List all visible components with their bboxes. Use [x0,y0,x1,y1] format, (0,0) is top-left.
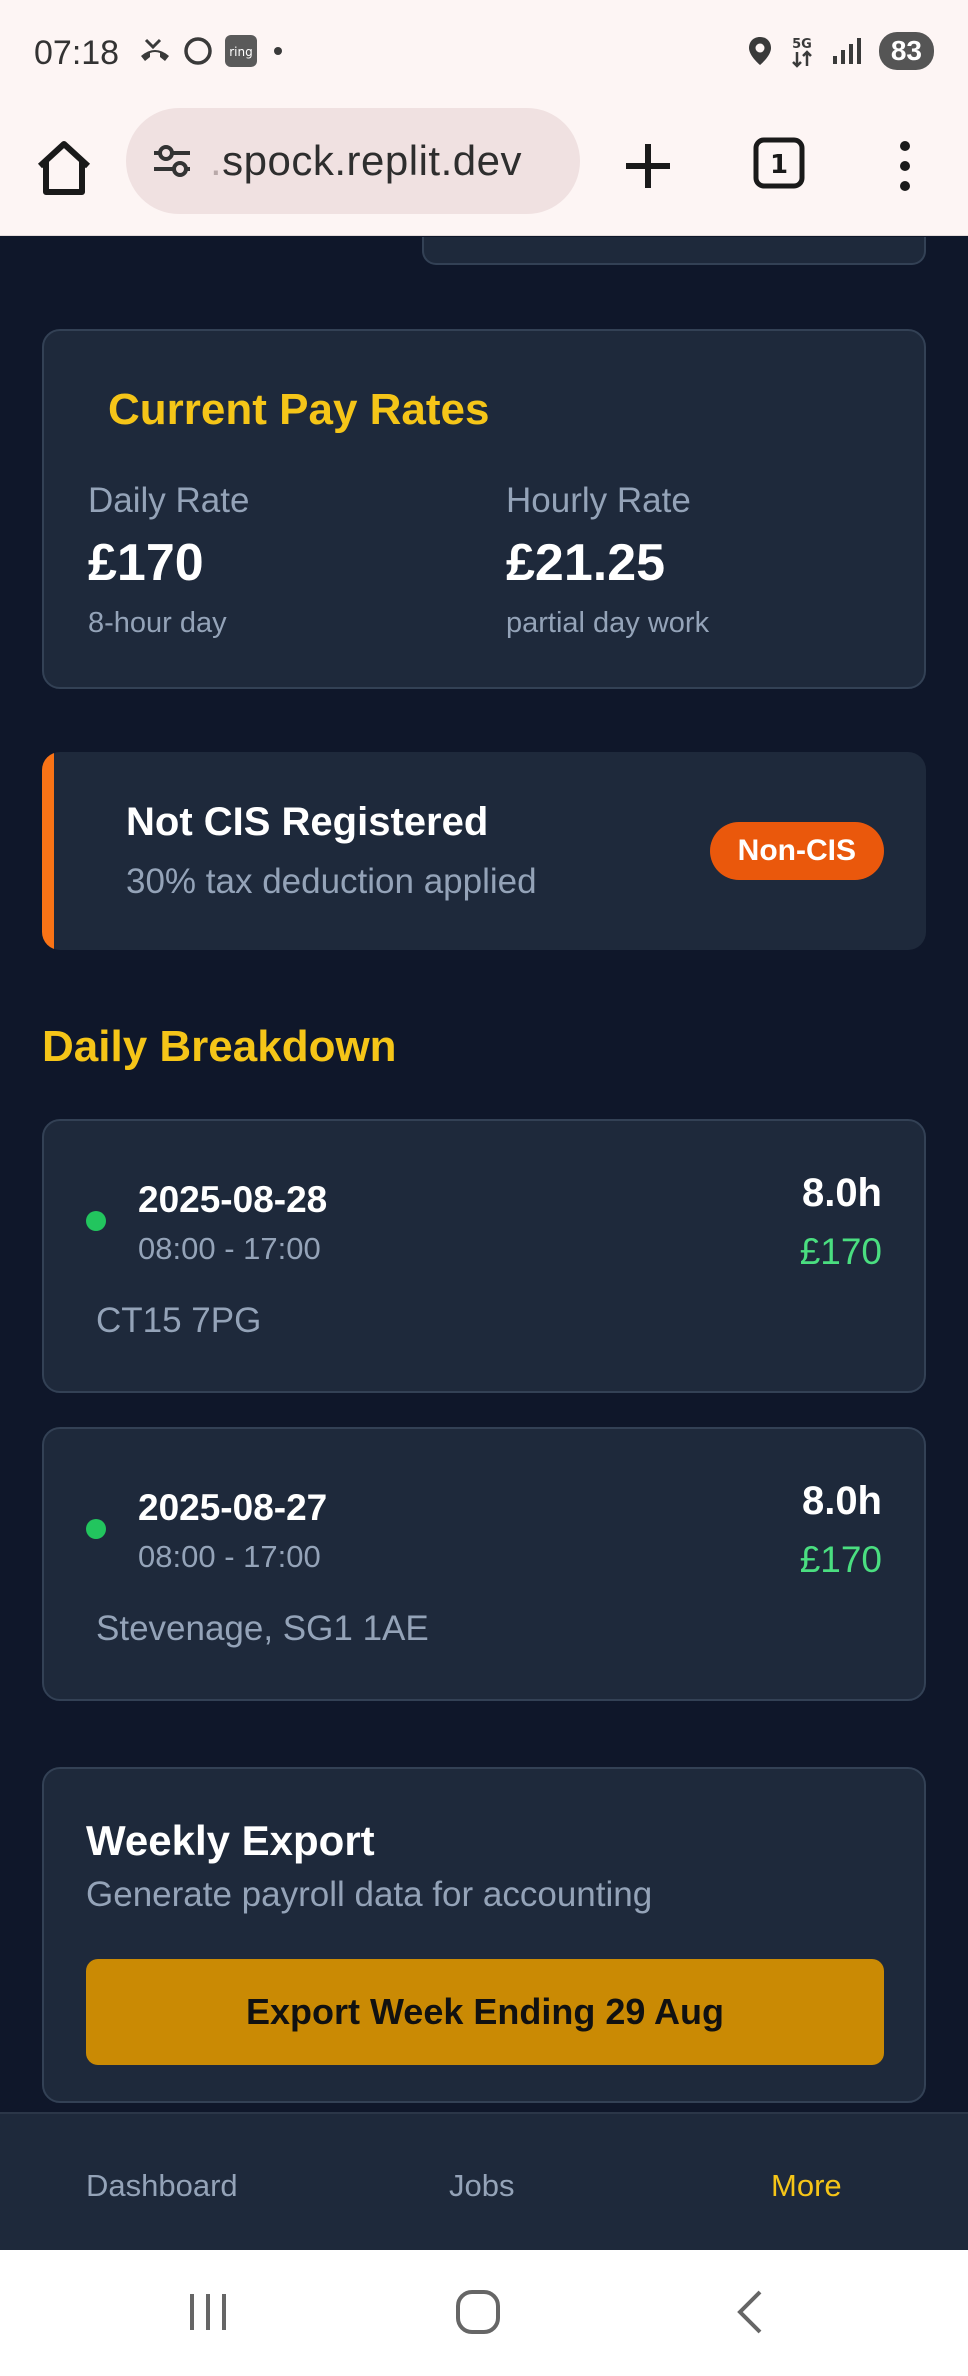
status-bar: 07:18 ring 5G 83 [0,0,968,108]
nav-item-more[interactable]: More [771,2168,842,2204]
weekly-export-card: Weekly Export Generate payroll data for … [42,1767,926,2103]
address-bar[interactable]: .spock.replit.dev [126,108,580,214]
cis-title: Not CIS Registered [126,800,489,844]
status-dot-icon [86,1211,106,1231]
url-prefix: . [210,137,223,184]
dot-icon [274,47,282,55]
daily-rate-label: Daily Rate [88,481,250,520]
ring-app-icon: ring [225,35,257,67]
cis-status-card: Not CIS Registered 30% tax deduction app… [42,752,926,950]
export-subtitle: Generate payroll data for accounting [86,1875,653,1914]
svg-text:5G: 5G [792,37,812,52]
home-icon[interactable] [34,136,94,200]
day-entry-card[interactable]: 2025-08-28 08:00 - 17:00 8.0h £170 CT15 … [42,1119,926,1393]
url-text: .spock.replit.dev [210,137,522,185]
day-hours: 8.0h [801,1479,882,1523]
day-time-range: 08:00 - 17:00 [138,1231,321,1266]
bottom-nav: Dashboard Jobs More [0,2112,968,2250]
pay-rates-title: Current Pay Rates [108,385,490,434]
day-entry-card[interactable]: 2025-08-27 08:00 - 17:00 8.0h £170 Steve… [42,1427,926,1701]
daily-rate-sub: 8-hour day [88,607,227,639]
recent-apps-icon[interactable] [186,2290,230,2334]
day-location: Stevenage, SG1 1AE [96,1609,429,1648]
status-dot-icon [86,1519,106,1539]
day-location: CT15 7PG [96,1301,262,1340]
cis-subtitle: 30% tax deduction applied [126,862,537,901]
day-time-range: 08:00 - 17:00 [138,1539,321,1574]
hourly-rate-sub: partial day work [506,607,710,639]
location-icon [748,37,771,65]
circle-app-icon [184,37,212,65]
browser-toolbar: .spock.replit.dev 1 [0,108,968,236]
day-hours: 8.0h [801,1171,882,1215]
notification-icons: ring [138,34,288,68]
more-menu-icon[interactable] [880,136,930,196]
site-settings-icon[interactable] [148,137,196,185]
export-week-button[interactable]: Export Week Ending 29 Aug [86,1959,884,2065]
new-tab-icon[interactable] [618,136,678,196]
network-5g-icon: 5G [791,37,812,68]
day-date: 2025-08-28 [138,1179,328,1220]
hourly-rate-label: Hourly Rate [506,481,691,520]
system-nav-bar [0,2250,968,2376]
battery-indicator: 83 [878,32,934,70]
export-title: Weekly Export [86,1817,375,1864]
nav-item-jobs[interactable]: Jobs [449,2168,514,2204]
daily-rate-block: Daily Rate £170 8-hour day [88,481,249,640]
status-time: 07:18 [34,34,120,72]
signal-icon [832,38,861,64]
system-icons: 5G 83 [747,32,934,70]
hourly-rate-value: £21.25 [506,534,666,592]
url-domain: spock.replit.dev [222,137,522,184]
missed-call-icon [141,38,169,61]
tab-switcher-icon[interactable]: 1 [752,136,806,190]
day-pay: £170 [799,1231,882,1272]
svg-text:ring: ring [229,45,253,59]
day-pay: £170 [799,1539,882,1580]
page-content[interactable]: Current Pay Rates Daily Rate £170 8-hour… [0,237,968,2112]
nav-item-dashboard[interactable]: Dashboard [86,2168,238,2204]
hourly-rate-block: Hourly Rate £21.25 partial day work [506,481,709,640]
cis-status-badge: Non-CIS [709,822,884,880]
daily-rate-value: £170 [88,534,204,592]
home-nav-icon[interactable] [454,2288,502,2336]
daily-breakdown-title: Daily Breakdown [42,1022,397,1071]
day-date: 2025-08-27 [138,1487,328,1528]
cis-accent-bar [42,752,54,950]
previous-card-edge [422,237,926,265]
back-icon[interactable] [730,2288,770,2336]
pay-rates-card: Current Pay Rates Daily Rate £170 8-hour… [42,329,926,689]
tab-count: 1 [770,150,788,180]
